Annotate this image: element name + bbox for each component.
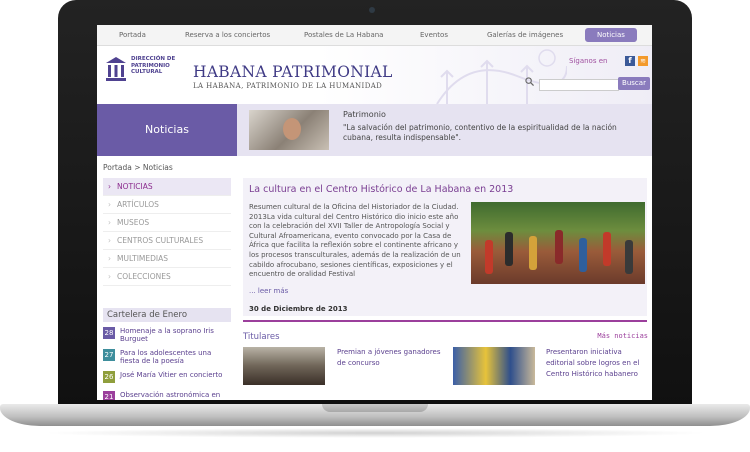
figure-shape xyxy=(555,230,563,264)
sidenav-item-articulos[interactable]: ARTÍCULOS xyxy=(103,196,231,214)
event-title[interactable]: José María Vitier en concierto xyxy=(120,371,230,379)
figure-shape xyxy=(505,232,513,266)
sidenav-item-centros[interactable]: CENTROS CULTURALES xyxy=(103,232,231,250)
event-day: 21 xyxy=(103,391,115,400)
figure-shape xyxy=(603,232,611,266)
featured-image[interactable] xyxy=(471,202,645,284)
sidenav-item-museos[interactable]: MUSEOS xyxy=(103,214,231,232)
section-divider xyxy=(243,320,647,322)
quote-photo xyxy=(249,110,329,150)
camera-icon xyxy=(369,7,375,13)
nav-galerias[interactable]: Galerías de imágenes xyxy=(487,31,563,39)
article-date: 30 de Diciembre de 2013 xyxy=(249,305,348,313)
section-title: Noticias xyxy=(145,123,189,136)
figure-shape xyxy=(485,240,493,274)
site-subtitle: LA HABANA, PATRIMONIO DE LA HUMANIDAD xyxy=(193,82,383,90)
follow-label: Síganos en xyxy=(569,57,608,65)
site-header: DIRECCIÓN DE PATRIMONIO CULTURAL HABANA … xyxy=(97,46,652,104)
search-button[interactable]: Buscar xyxy=(618,77,650,90)
figure-shape xyxy=(625,240,633,274)
section-banner: Noticias xyxy=(97,104,237,156)
logo-text[interactable]: DIRECCIÓN DE PATRIMONIO CULTURAL xyxy=(131,56,181,76)
nav-reserva[interactable]: Reserva a los conciertos xyxy=(185,31,270,39)
titulares-heading: Titulares xyxy=(243,332,280,342)
quote-text: "La salvación del patrimonio, contentivo… xyxy=(343,123,617,142)
screen: Portada Reserva a los conciertos Postale… xyxy=(97,25,652,400)
side-navigation: NOTICIAS ARTÍCULOS MUSEOS CENTROS CULTUR… xyxy=(103,178,231,286)
logo-line-1: DIRECCIÓN DE xyxy=(131,56,176,62)
event-title[interactable]: Observación astronómica en xyxy=(120,391,230,399)
logo-icon[interactable] xyxy=(105,56,127,82)
more-news-link[interactable]: Más noticias xyxy=(597,332,648,340)
event-title[interactable]: Homenaje a la soprano Iris Burguet xyxy=(120,327,230,343)
breadcrumb[interactable]: Portada > Noticias xyxy=(103,163,173,172)
search-input[interactable] xyxy=(539,79,619,91)
event-day: 27 xyxy=(103,349,115,361)
header-decoration xyxy=(436,49,567,104)
featured-title[interactable]: La cultura en el Centro Histórico de La … xyxy=(249,184,513,195)
logo-line-3: CULTURAL xyxy=(131,69,163,75)
search-icon xyxy=(525,77,534,86)
top-navigation: Portada Reserva a los conciertos Postale… xyxy=(97,25,652,46)
facebook-icon[interactable]: f xyxy=(625,56,635,66)
portrait-face xyxy=(283,118,301,140)
rss-icon[interactable]: ≋ xyxy=(638,56,648,66)
quote-banner: Patrimonio "La salvación del patrimonio,… xyxy=(237,104,652,156)
nav-eventos[interactable]: Eventos xyxy=(420,31,448,39)
sidenav-item-noticias[interactable]: NOTICIAS xyxy=(103,178,231,196)
figure-shape xyxy=(529,236,537,270)
sidenav-item-colecciones[interactable]: COLECCIONES xyxy=(103,268,231,286)
cartelera-title: Cartelera de Enero xyxy=(103,308,231,322)
quote-category: Patrimonio xyxy=(343,110,386,119)
event-title[interactable]: Para los adolescentes una fiesta de la p… xyxy=(120,349,230,365)
news-headline[interactable]: Premian a jóvenes ganadores de concurso xyxy=(337,347,447,369)
nav-portada[interactable]: Portada xyxy=(119,31,146,39)
event-day: 28 xyxy=(103,327,115,339)
sidenav-item-multimedias[interactable]: MULTIMEDIAS xyxy=(103,250,231,268)
nav-postales[interactable]: Postales de La Habana xyxy=(304,31,383,39)
news-thumbnail[interactable] xyxy=(243,347,325,385)
laptop-notch xyxy=(322,404,428,412)
laptop-shadow xyxy=(40,428,710,438)
site-title[interactable]: HABANA PATRIMONIAL xyxy=(193,63,393,81)
read-more-link[interactable]: ... leer más xyxy=(249,287,288,295)
news-headline[interactable]: Presentaron iniciativa editorial sobre l… xyxy=(546,347,650,380)
featured-article: La cultura en el Centro Histórico de La … xyxy=(243,178,647,316)
nav-noticias[interactable]: Noticias xyxy=(585,28,637,42)
featured-summary: Resumen cultural de la Oficina del Histo… xyxy=(249,203,461,279)
figure-shape xyxy=(579,238,587,272)
event-day: 26 xyxy=(103,371,115,383)
news-thumbnail[interactable] xyxy=(453,347,535,385)
